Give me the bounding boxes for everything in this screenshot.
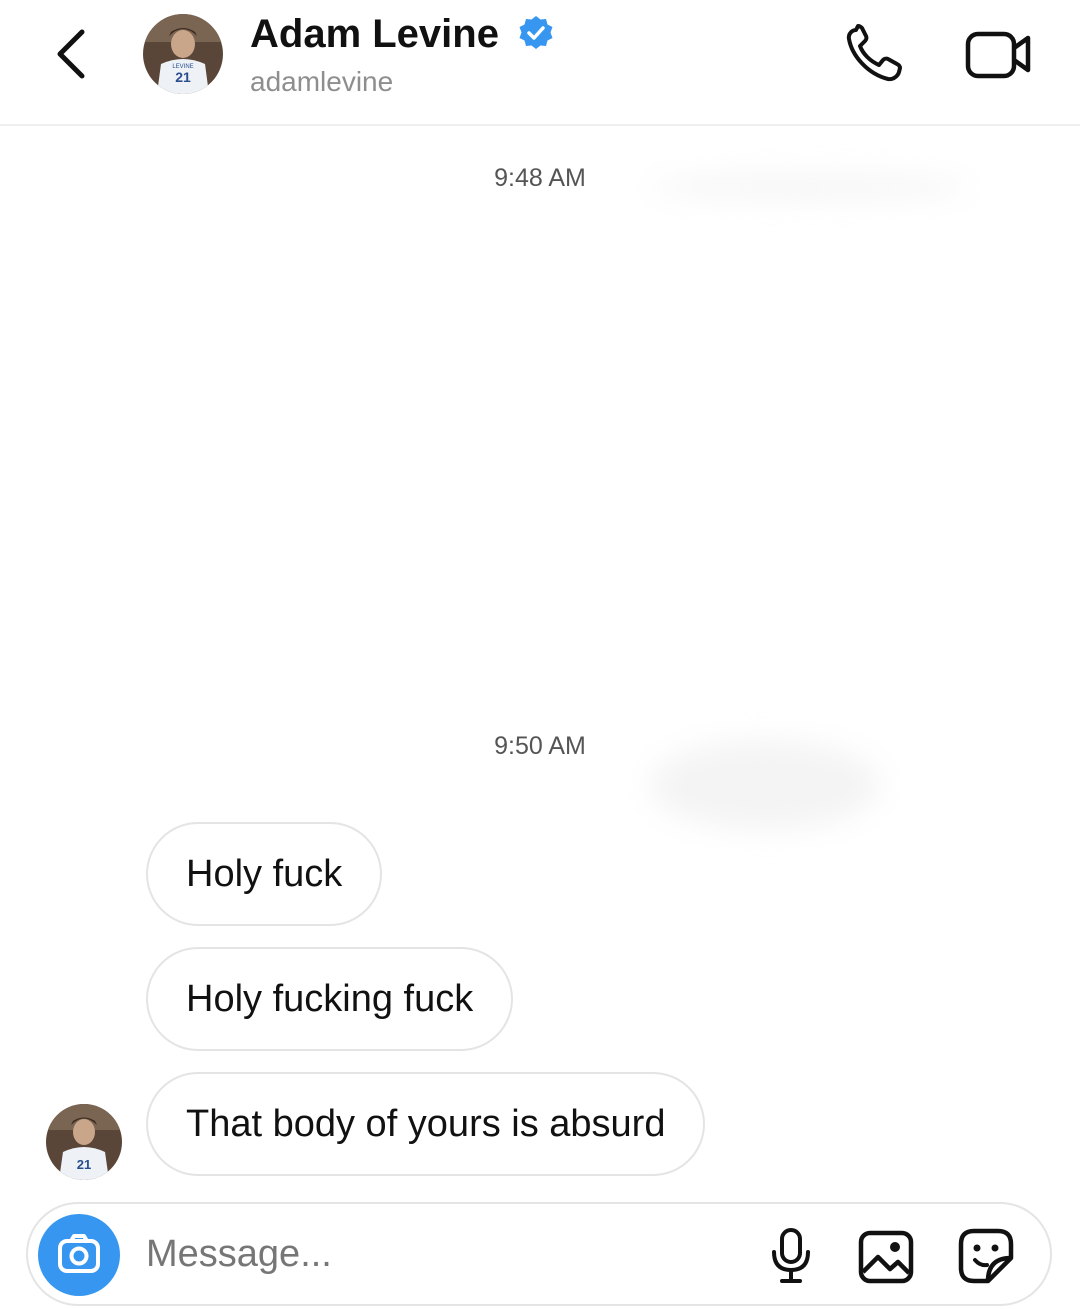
sticker-button[interactable] [956, 1226, 1016, 1286]
audio-call-button[interactable] [842, 22, 910, 86]
contact-name[interactable]: Adam Levine [250, 10, 554, 58]
sticker-icon [958, 1228, 1014, 1284]
voice-message-button[interactable] [766, 1226, 816, 1286]
contact-name-text: Adam Levine [250, 12, 499, 56]
gallery-button[interactable] [856, 1228, 916, 1286]
svg-text:21: 21 [77, 1157, 91, 1172]
profile-avatar[interactable]: 21 LEVINE [143, 14, 223, 94]
message-bubble[interactable]: Holy fucking fuck [146, 947, 514, 1051]
redacted-area [650, 740, 880, 830]
message-composer [26, 1202, 1052, 1306]
video-camera-icon [965, 31, 1031, 79]
microphone-icon [772, 1228, 810, 1283]
image-icon [858, 1230, 914, 1284]
message-bubble[interactable]: That body of yours is absurd [146, 1072, 706, 1176]
svg-text:21: 21 [175, 69, 191, 85]
back-button[interactable] [48, 22, 96, 86]
video-call-button[interactable] [962, 24, 1036, 84]
message-input[interactable] [146, 1224, 706, 1284]
phone-icon [846, 24, 902, 82]
sender-avatar[interactable]: 21 [46, 1104, 122, 1180]
camera-icon [58, 1234, 100, 1273]
message-bubble[interactable]: Holy fuck [146, 822, 383, 926]
camera-button[interactable] [38, 1214, 120, 1296]
contact-handle: adamlevine [250, 66, 394, 97]
chevron-left-icon [57, 29, 85, 79]
redacted-area [650, 176, 970, 198]
svg-text:LEVINE: LEVINE [172, 64, 193, 70]
message-timestamp: 9:50 AM [494, 732, 586, 760]
verified-badge-icon [519, 16, 553, 50]
conversation-header: 21 LEVINE Adam Levine adamlevine [0, 0, 1080, 126]
